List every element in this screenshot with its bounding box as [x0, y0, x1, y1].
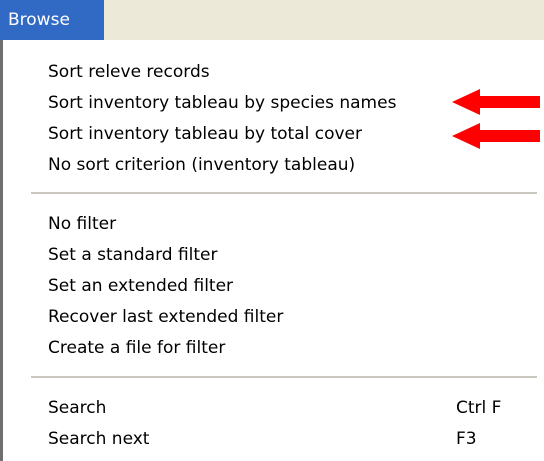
menu-item-search[interactable]: Search Ctrl F	[48, 392, 518, 424]
menu-item-label: Set an extended filter	[48, 276, 234, 296]
menu-title-browse[interactable]: Browse	[0, 0, 104, 40]
menu-item-shortcut: F3	[456, 429, 477, 449]
menu-item-label: Create a file for filter	[48, 338, 226, 358]
menu-item-no-filter[interactable]: No filter	[48, 208, 518, 240]
menu-item-sort-releve-records[interactable]: Sort releve records	[48, 56, 518, 88]
menu-item-set-extended-filter[interactable]: Set an extended filter	[48, 270, 518, 302]
menu-item-search-next[interactable]: Search next F3	[48, 423, 518, 455]
menu-item-sort-by-total-cover[interactable]: Sort inventory tableau by total cover	[48, 118, 518, 150]
menu-item-label: Set a standard filter	[48, 245, 218, 265]
menu-item-label: Search	[48, 398, 107, 418]
menu-separator	[31, 376, 537, 378]
left-arrow-icon	[452, 123, 540, 149]
menu-item-sort-by-species-names[interactable]: Sort inventory tableau by species names	[48, 87, 518, 119]
menu-item-shortcut: Ctrl F	[456, 398, 502, 418]
menu-item-label: Sort inventory tableau by species names	[48, 93, 397, 113]
menu-item-label: Recover last extended filter	[48, 307, 284, 327]
menu-item-label: Sort releve records	[48, 62, 210, 82]
menubar: Browse	[0, 0, 544, 41]
menu-separator	[31, 192, 537, 194]
menu-item-recover-last-extended-filter[interactable]: Recover last extended filter	[48, 301, 518, 333]
menu-item-create-file-for-filter[interactable]: Create a file for filter	[48, 332, 518, 364]
menu-item-no-sort-criterion[interactable]: No sort criterion (inventory tableau)	[48, 149, 518, 181]
menu-item-label: Search next	[48, 429, 150, 449]
menu-item-label: Sort inventory tableau by total cover	[48, 124, 363, 144]
menu-item-set-standard-filter[interactable]: Set a standard filter	[48, 239, 518, 271]
menu-item-label: No filter	[48, 214, 117, 234]
left-arrow-icon	[452, 89, 540, 115]
menu-item-label: No sort criterion (inventory tableau)	[48, 155, 356, 175]
